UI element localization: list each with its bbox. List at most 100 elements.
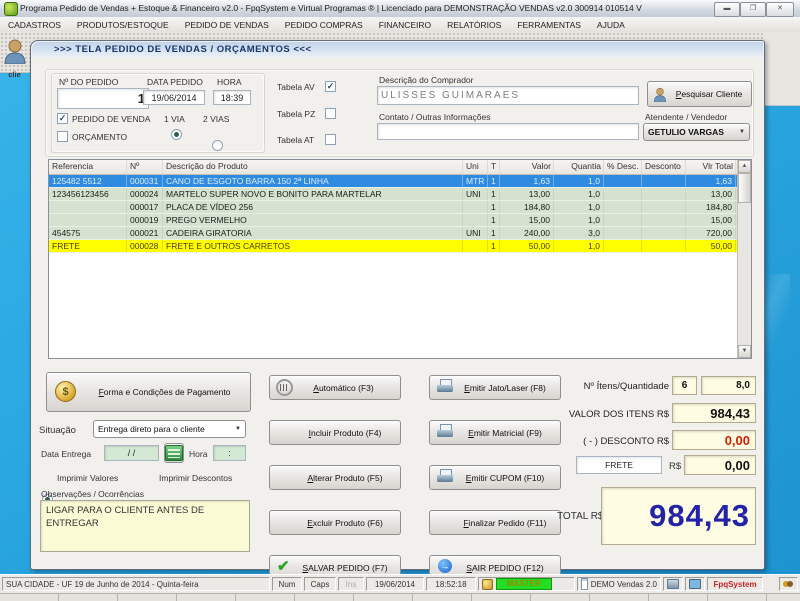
tabela-pz-checkbox[interactable] — [325, 108, 336, 119]
cell-vlr-total: 184,80 — [686, 201, 736, 213]
page-icon — [581, 578, 588, 590]
table-row[interactable]: 125482 5512 000031 CANO DE ESGOTO BARRA … — [49, 175, 751, 188]
action-button[interactable]: Emitir Matricial (F9) — [429, 420, 561, 445]
pesquisar-cliente-button[interactable]: Pesquisar Cliente — [647, 81, 752, 107]
col-descricao[interactable]: Descrição do Produto — [163, 160, 463, 174]
tabela-at-checkbox[interactable] — [325, 134, 336, 145]
minimize-button[interactable]: ▬ — [714, 2, 740, 17]
cell-valor: 240,00 — [500, 227, 554, 239]
action-button[interactable]: Automático (F3) — [269, 375, 401, 400]
action-button[interactable]: Emitir Jato/Laser (F8) — [429, 375, 561, 400]
cell-descricao: CADEIRA GIRATORIA — [163, 227, 463, 239]
items-table: Referencia Nº Descrição do Produto Uni T… — [48, 159, 752, 359]
cell-perc-desc — [604, 175, 642, 187]
via2-radio[interactable] — [212, 140, 223, 151]
cell-desconto — [642, 227, 686, 239]
menu-item[interactable]: PEDIDO DE VENDAS — [177, 20, 277, 30]
table-row[interactable]: 000017 PLACA DE VÍDEO 256 1 184,80 1,0 1… — [49, 201, 751, 214]
total-value-field: 984,43 — [601, 487, 756, 545]
table-row[interactable]: FRETE 000028 FRETE E OUTROS CARRETOS 1 5… — [49, 240, 751, 253]
col-referencia[interactable]: Referencia — [49, 160, 127, 174]
clients-toolbar-button[interactable]: clie — [1, 38, 28, 96]
data-entrega-field[interactable]: / / — [104, 445, 159, 461]
hora-entrega-label: Hora — [189, 449, 207, 459]
scroll-thumb[interactable] — [738, 173, 751, 203]
master-badge: MASTER — [496, 578, 552, 590]
col-uni[interactable]: Uni — [463, 160, 488, 174]
comprador-field[interactable]: ULISSES GUIMARAES — [377, 86, 639, 105]
cell-numero: 000021 — [127, 227, 163, 239]
atendente-dropdown[interactable]: GETULIO VARGAS ▼ — [643, 123, 750, 141]
close-button[interactable]: ✕ — [766, 2, 794, 17]
col-valor[interactable]: Valor — [500, 160, 554, 174]
order-time-field[interactable]: 18:39 — [213, 90, 251, 105]
action-button[interactable]: Finalizar Pedido (F11) — [429, 510, 561, 535]
atendente-label: Atendente / Vendedor — [645, 112, 727, 122]
tabela-av-checkbox[interactable] — [325, 81, 336, 92]
status-brand: FpqSystem — [707, 577, 763, 591]
calendar-button[interactable] — [164, 443, 184, 463]
pagamento-button[interactable]: Forma e Condições de Pagamento — [46, 372, 251, 412]
status-monitor[interactable] — [685, 577, 705, 591]
order-number-field[interactable]: 1 — [57, 88, 149, 109]
table-row[interactable]: 123456123456 000024 MARTELO SUPER NOVO E… — [49, 188, 751, 201]
action-button[interactable]: Emitir CUPOM (F10) — [429, 465, 561, 490]
action-button-label: Alterar Produto (F5) — [296, 473, 400, 483]
orcamento-checkbox[interactable] — [57, 131, 68, 142]
scroll-up-icon[interactable]: ▲ — [738, 160, 751, 173]
col-quantia[interactable]: Quantia — [554, 160, 604, 174]
table-row[interactable]: 000019 PREGO VERMELHO 1 15,00 1,0 15,00 — [49, 214, 751, 227]
menu-item[interactable]: RELATÓRIOS — [439, 20, 509, 30]
app-logo-icon — [4, 2, 18, 16]
scroll-down-icon[interactable]: ▼ — [738, 345, 751, 358]
menu-item[interactable]: PRODUTOS/ESTOQUE — [69, 20, 177, 30]
pedido-venda-checkbox[interactable] — [57, 113, 68, 124]
coin-icon — [55, 381, 79, 403]
cell-t: 1 — [488, 188, 500, 200]
hora-entrega-field[interactable]: : — [213, 445, 246, 461]
cell-referencia: FRETE — [49, 240, 127, 252]
via1-radio[interactable] — [171, 129, 182, 140]
observacoes-textarea[interactable]: LIGAR PARA O CLIENTE ANTES DE ENTREGAR — [40, 500, 250, 552]
col-desconto[interactable]: Desconto — [642, 160, 686, 174]
order-number-label: Nº DO PEDIDO — [59, 77, 118, 87]
cell-valor: 15,00 — [500, 214, 554, 226]
action-button-label: Incluir Produto (F4) — [296, 428, 400, 438]
table-scrollbar[interactable]: ▲ ▼ — [737, 160, 751, 358]
tabela-pz-label: Tabela PZ — [277, 109, 315, 119]
action-button[interactable]: Excluir Produto (F6) — [269, 510, 401, 535]
table-body: 125482 5512 000031 CANO DE ESGOTO BARRA … — [49, 175, 751, 253]
frete-field[interactable]: FRETE — [576, 456, 662, 474]
tabela-at-label: Tabela AT — [277, 135, 314, 145]
itens-count-field: 6 — [672, 376, 697, 395]
contato-input[interactable] — [377, 123, 639, 140]
col-perc-desc[interactable]: % Desc. — [604, 160, 642, 174]
menu-item[interactable]: AJUDA — [589, 20, 633, 30]
action-button[interactable]: Alterar Produto (F5) — [269, 465, 401, 490]
cell-vlr-total: 1,63 — [686, 175, 736, 187]
document-add-icon — [276, 424, 296, 441]
menu-item[interactable]: CADASTROS — [0, 20, 69, 30]
action-button-label: Excluir Produto (F6) — [296, 518, 400, 528]
contato-label: Contato / Outras Informações — [379, 112, 491, 122]
document-check-icon — [436, 514, 456, 531]
col-vlr-total[interactable]: Vlr Total — [686, 160, 736, 174]
action-button-label: Automático (F3) — [293, 383, 400, 393]
status-printer[interactable] — [663, 577, 683, 591]
cell-quantia: 1,0 — [554, 175, 604, 187]
cell-descricao: FRETE E OUTROS CARRETOS — [163, 240, 463, 252]
cell-perc-desc — [604, 201, 642, 213]
printer-icon — [436, 424, 456, 441]
action-button[interactable]: Incluir Produto (F4) — [269, 420, 401, 445]
itens-label: Nº Ítens/Quantidade — [556, 381, 669, 392]
situacao-dropdown[interactable]: Entrega direto para o cliente ▼ — [93, 420, 246, 438]
menu-item[interactable]: PEDIDO COMPRAS — [277, 20, 371, 30]
table-row[interactable]: 454575 000021 CADEIRA GIRATORIA UNI 1 24… — [49, 227, 751, 240]
restore-button[interactable]: ❐ — [740, 2, 766, 17]
menu-item[interactable]: FERRAMENTAS — [509, 20, 589, 30]
col-numero[interactable]: Nº — [127, 160, 163, 174]
order-date-field[interactable]: 19/06/2014 — [143, 90, 205, 105]
col-t[interactable]: T — [488, 160, 500, 174]
menu-item[interactable]: FINANCEIRO — [371, 20, 439, 30]
dialog-header: >>> TELA PEDIDO DE VENDAS / ORÇAMENTOS <… — [32, 42, 763, 57]
